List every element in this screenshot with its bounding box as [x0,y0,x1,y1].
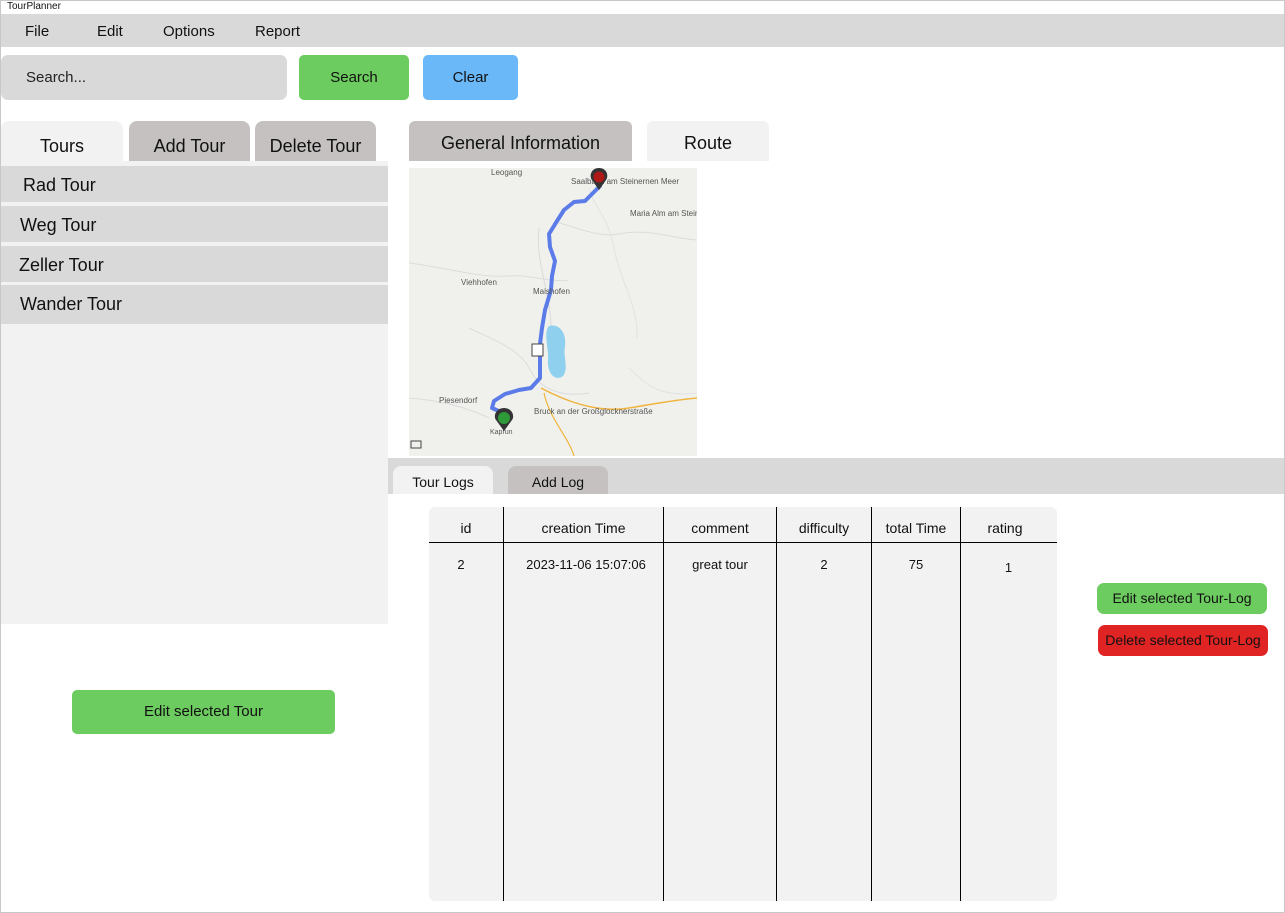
map-label: Bruck an der Großglocknerstraße [534,407,653,416]
map-label: Saalbach am Steinernen Meer [571,177,679,186]
column-header-total-time[interactable]: total Time [872,507,960,543]
table-cell-rating[interactable]: 1 [961,556,1056,580]
table-cell-comment[interactable]: great tour [664,553,776,577]
menu-report[interactable]: Report [255,14,300,47]
map-label: Maria Alm am Steinernen Meer [630,209,697,218]
edit-tour-log-button[interactable]: Edit selected Tour-Log [1097,583,1267,614]
tab-add-tour[interactable]: Add Tour [129,121,250,161]
column-header-difficulty[interactable]: difficulty [777,507,871,543]
search-input[interactable]: Search... [1,55,287,100]
clear-button[interactable]: Clear [423,55,518,100]
search-button[interactable]: Search [299,55,409,100]
table-cell-creation-time[interactable]: 2023-11-06 15:07:06 [504,553,668,577]
edit-tour-button[interactable]: Edit selected Tour [72,690,335,734]
menu-options[interactable]: Options [163,14,215,47]
column-header-creation-time[interactable]: creation Time [504,507,663,543]
route-map[interactable]: Leogang Saalbach am Steinernen Meer Mari… [409,168,697,456]
tour-list-item[interactable]: Rad Tour [1,166,388,202]
column-header-rating[interactable]: rating [961,507,1049,543]
table-cell-id[interactable]: 2 [429,553,493,577]
tour-list-item[interactable]: Weg Tour [1,206,388,242]
window-title: TourPlanner [0,0,1285,14]
map-label: Viehhofen [461,278,497,287]
table-cell-difficulty[interactable]: 2 [777,553,871,577]
tour-list-item[interactable]: Zeller Tour [1,246,388,282]
tab-add-log[interactable]: Add Log [508,466,608,494]
column-header-id[interactable]: id [429,507,503,543]
tab-delete-tour[interactable]: Delete Tour [255,121,376,161]
menu-file[interactable]: File [25,14,49,47]
map-label: Leogang [491,168,522,177]
tab-route[interactable]: Route [647,121,769,161]
menu-edit[interactable]: Edit [97,14,123,47]
tab-tour-logs[interactable]: Tour Logs [393,466,493,494]
tab-general-information[interactable]: General Information [409,121,632,161]
column-header-comment[interactable]: comment [664,507,776,543]
table-cell-total-time[interactable]: 75 [872,553,960,577]
map-label: Maishofen [533,287,570,296]
delete-tour-log-button[interactable]: Delete selected Tour-Log [1098,625,1268,656]
tab-tours[interactable]: Tours [1,121,123,161]
map-canvas: Leogang Saalbach am Steinernen Meer Mari… [409,168,697,456]
tour-list-item[interactable]: Wander Tour [1,285,388,324]
map-label: Piesendorf [439,396,478,405]
map-label: Kaprun [490,429,513,436]
